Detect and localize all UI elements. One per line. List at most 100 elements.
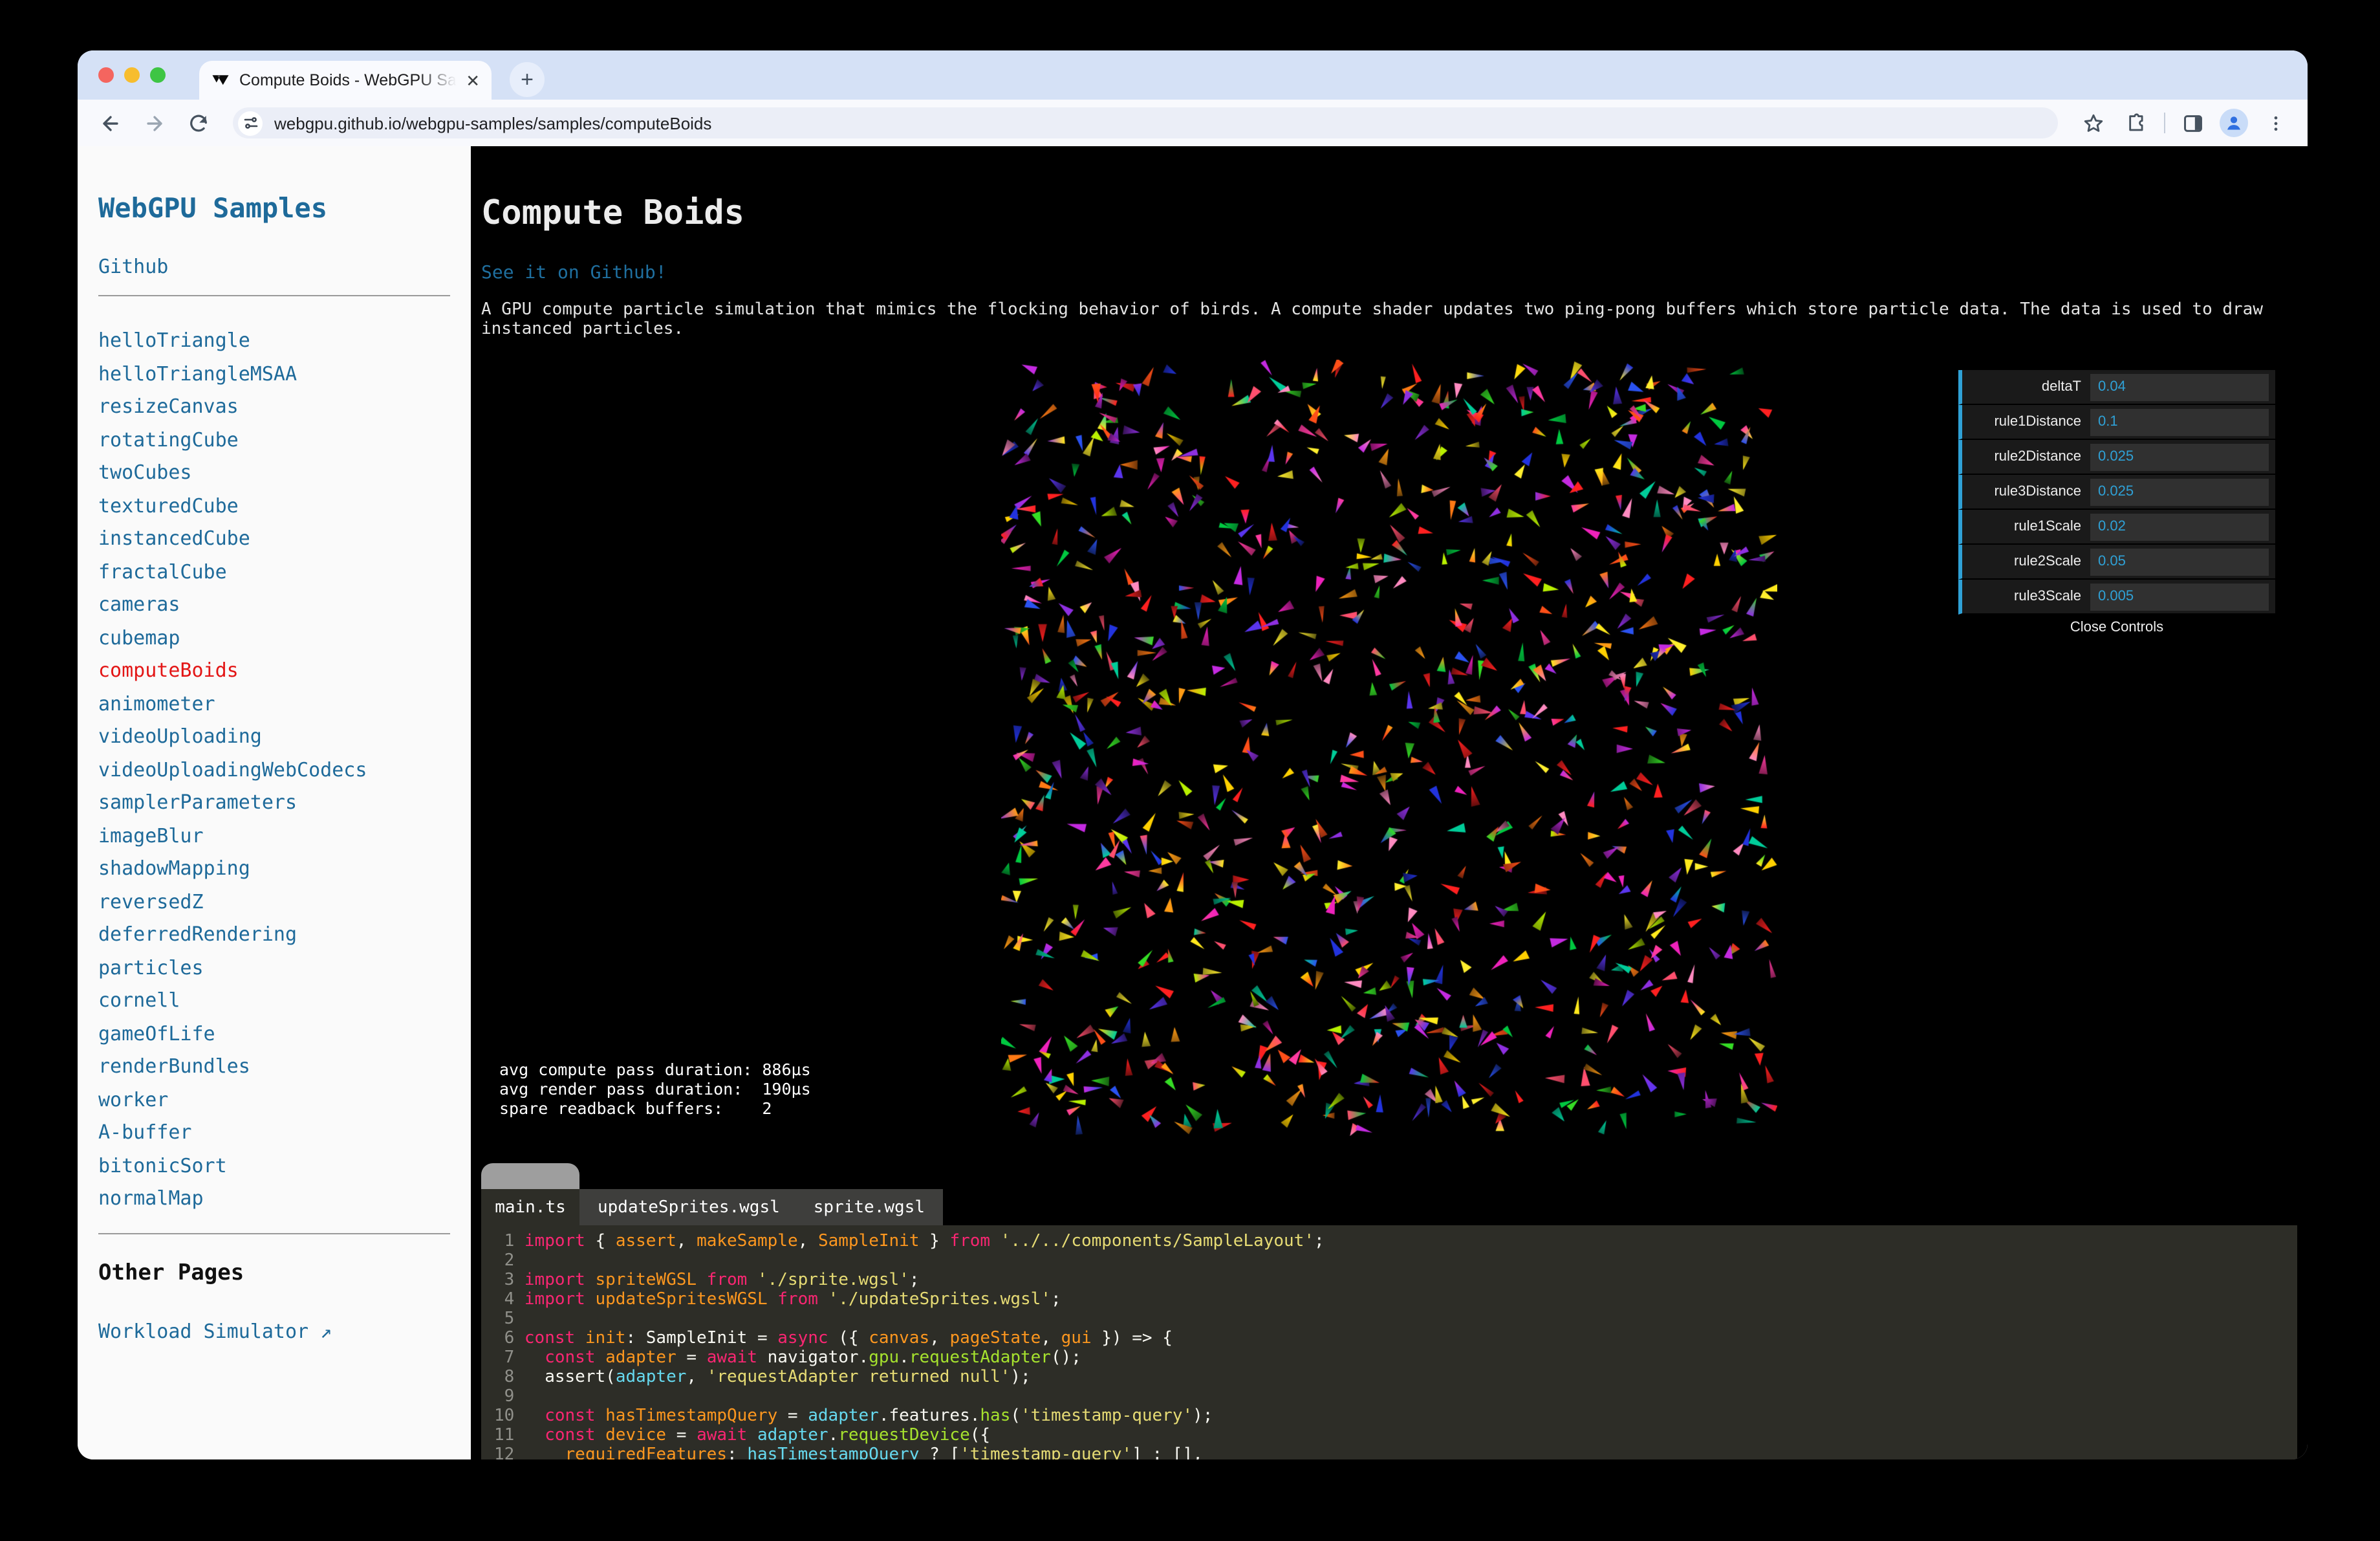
other-pages-heading: Other Pages bbox=[98, 1260, 244, 1285]
url-text[interactable]: webgpu.github.io/webgpu-samples/samples/… bbox=[274, 113, 711, 133]
sample-link-reversedZ[interactable]: reversedZ bbox=[98, 886, 450, 919]
code-line-7: 7 const adapter = await navigator.gpu.re… bbox=[504, 1348, 1081, 1368]
gui-value-input[interactable]: 0.025 bbox=[2090, 443, 2269, 470]
gui-value-input[interactable]: 0.1 bbox=[2090, 408, 2269, 435]
sample-link-cameras[interactable]: cameras bbox=[98, 589, 450, 622]
sidebar-title: WebGPU Samples bbox=[98, 193, 328, 224]
code-tabs: main.ts updateSprites.wgsl sprite.wgsl bbox=[481, 1189, 943, 1225]
gui-panel: deltaT 0.04 rule1Distance 0.1 rule2Distance 0… bbox=[1958, 370, 2275, 640]
sample-link-computeBoids[interactable]: computeBoids bbox=[98, 655, 450, 688]
sample-description: A GPU compute particle simulation that m… bbox=[481, 300, 2263, 338]
inactive-code-tabs: updateSprites.wgsl sprite.wgsl bbox=[579, 1189, 943, 1225]
gui-row-rule1Distance: rule1Distance 0.1 bbox=[1958, 405, 2275, 440]
back-button[interactable] bbox=[93, 106, 127, 140]
close-window-button[interactable] bbox=[98, 67, 114, 83]
code-line-1: 1 import { assert, makeSample, SampleInit… bbox=[504, 1232, 1325, 1251]
profile-avatar[interactable] bbox=[2220, 109, 2248, 137]
window-controls bbox=[98, 67, 166, 83]
sample-link-A-buffer[interactable]: A-buffer bbox=[98, 1117, 450, 1150]
sample-link-twoCubes[interactable]: twoCubes bbox=[98, 457, 450, 490]
sample-link-helloTriangle[interactable]: helloTriangle bbox=[98, 325, 450, 358]
sample-link-imageBlur[interactable]: imageBlur bbox=[98, 820, 450, 853]
sample-link-renderBundles[interactable]: renderBundles bbox=[98, 1051, 450, 1084]
bookmark-star-icon[interactable] bbox=[2076, 106, 2110, 140]
webgpu-favicon-icon bbox=[212, 74, 229, 85]
gui-value-input[interactable]: 0.02 bbox=[2090, 513, 2269, 540]
reload-button[interactable] bbox=[181, 106, 215, 140]
workload-simulator-link[interactable]: Workload Simulator ↗ bbox=[98, 1319, 332, 1342]
sidebar-divider-bottom bbox=[98, 1232, 450, 1234]
main-content: Compute Boids See it on Github! A GPU co… bbox=[471, 146, 2308, 1459]
forward-button[interactable] bbox=[137, 106, 171, 140]
sample-link-videoUploading[interactable]: videoUploading bbox=[98, 721, 450, 754]
gui-row-rule2Scale: rule2Scale 0.05 bbox=[1958, 545, 2275, 580]
gui-value-input[interactable]: 0.005 bbox=[2090, 583, 2269, 610]
code-viewer: 1 import { assert, makeSample, SampleInit… bbox=[481, 1225, 2297, 1459]
sample-link-gameOfLife[interactable]: gameOfLife bbox=[98, 1018, 450, 1051]
tab-close-icon[interactable]: ✕ bbox=[466, 72, 480, 89]
sidebar: WebGPU Samples Github helloTriangle hello… bbox=[78, 146, 471, 1459]
browser-tab[interactable]: Compute Boids - WebGPU Sa ✕ bbox=[199, 61, 492, 100]
boids-canvas bbox=[1001, 360, 1777, 1136]
gui-label: rule1Scale bbox=[2014, 519, 2081, 534]
code-line-8: 8 assert(adapter, 'requestAdapter return… bbox=[504, 1368, 1031, 1387]
sample-link-normalMap[interactable]: normalMap bbox=[98, 1183, 450, 1216]
code-line-2: 2 bbox=[504, 1251, 515, 1271]
sample-link-resizeCanvas[interactable]: resizeCanvas bbox=[98, 391, 450, 424]
site-settings-icon[interactable] bbox=[238, 111, 263, 135]
sample-link-deferredRendering[interactable]: deferredRendering bbox=[98, 919, 450, 952]
sample-link-rotatingCube[interactable]: rotatingCube bbox=[98, 424, 450, 457]
zoom-window-button[interactable] bbox=[150, 67, 166, 83]
sample-link-animometer[interactable]: animometer bbox=[98, 688, 450, 721]
gui-label: rule1Distance bbox=[1994, 414, 2081, 430]
extensions-icon[interactable] bbox=[2120, 106, 2154, 140]
sample-link-bitonicSort[interactable]: bitonicSort bbox=[98, 1150, 450, 1183]
sample-link-fractalCube[interactable]: fractalCube bbox=[98, 556, 450, 589]
gui-label: rule2Scale bbox=[2014, 554, 2081, 569]
active-tab-cap bbox=[481, 1163, 579, 1190]
toolbar-divider bbox=[2164, 113, 2165, 133]
close-controls-button[interactable]: Close Controls bbox=[1958, 615, 2275, 640]
screen: Compute Boids - WebGPU Sa ✕ + webgpu.git… bbox=[0, 0, 2380, 1541]
gui-label: deltaT bbox=[2041, 379, 2081, 395]
code-tab-updateSprites.wgsl[interactable]: updateSprites.wgsl bbox=[598, 1197, 780, 1217]
sample-link-instancedCube[interactable]: instancedCube bbox=[98, 523, 450, 556]
code-line-9: 9 bbox=[504, 1387, 515, 1406]
minimize-window-button[interactable] bbox=[124, 67, 140, 83]
gui-label: rule2Distance bbox=[1994, 449, 2081, 464]
code-line-10: 10 const hasTimestampQuery = adapter.fea… bbox=[494, 1406, 1213, 1426]
sample-link-particles[interactable]: particles bbox=[98, 952, 450, 985]
gui-value-input[interactable]: 0.025 bbox=[2090, 478, 2269, 505]
code-line-12: 12 requiredFeatures: hasTimestampQuery ?… bbox=[494, 1445, 1203, 1459]
sample-link-cornell[interactable]: cornell bbox=[98, 985, 450, 1018]
sample-link-shadowMapping[interactable]: shadowMapping bbox=[98, 853, 450, 886]
menu-kebab-icon[interactable] bbox=[2258, 106, 2292, 140]
code-line-5: 5 bbox=[504, 1309, 515, 1329]
new-tab-button[interactable]: + bbox=[510, 62, 545, 97]
see-on-github-link[interactable]: See it on Github! bbox=[481, 263, 667, 283]
page-content: WebGPU Samples Github helloTriangle hello… bbox=[78, 146, 2308, 1459]
stats-readout: avg compute pass duration: 886µs avg ren… bbox=[499, 1060, 811, 1118]
page-title: Compute Boids bbox=[481, 194, 744, 233]
gui-rows: deltaT 0.04 rule1Distance 0.1 rule2Distance 0… bbox=[1958, 370, 2275, 615]
gui-row-rule3Distance: rule3Distance 0.025 bbox=[1958, 475, 2275, 510]
code-line-3: 3 import spriteWGSL from './sprite.wgsl'; bbox=[504, 1271, 920, 1290]
sample-link-samplerParameters[interactable]: samplerParameters bbox=[98, 787, 450, 820]
github-link[interactable]: Github bbox=[98, 255, 168, 278]
sample-link-cubemap[interactable]: cubemap bbox=[98, 622, 450, 655]
code-tab-sprite.wgsl[interactable]: sprite.wgsl bbox=[814, 1197, 925, 1217]
gui-value-input[interactable]: 0.05 bbox=[2090, 548, 2269, 575]
gui-value-input[interactable]: 0.04 bbox=[2090, 373, 2269, 400]
code-tab-main.ts[interactable]: main.ts bbox=[481, 1189, 579, 1225]
code-line-11: 11 const device = await adapter.requestD… bbox=[494, 1426, 991, 1445]
sample-link-helloTriangleMSAA[interactable]: helloTriangleMSAA bbox=[98, 358, 450, 391]
tab-strip: Compute Boids - WebGPU Sa ✕ + bbox=[78, 50, 2308, 100]
gui-row-deltaT: deltaT 0.04 bbox=[1958, 370, 2275, 405]
sample-link-texturedCube[interactable]: texturedCube bbox=[98, 490, 450, 523]
side-panel-icon[interactable] bbox=[2176, 106, 2209, 140]
sample-link-videoUploadingWebCodecs[interactable]: videoUploadingWebCodecs bbox=[98, 754, 450, 787]
gui-label: rule3Distance bbox=[1994, 484, 2081, 499]
url-bar[interactable]: webgpu.github.io/webgpu-samples/samples/… bbox=[233, 107, 2058, 138]
code-line-4: 4 import updateSpritesWGSL from './update… bbox=[504, 1290, 1061, 1309]
sample-link-worker[interactable]: worker bbox=[98, 1084, 450, 1117]
